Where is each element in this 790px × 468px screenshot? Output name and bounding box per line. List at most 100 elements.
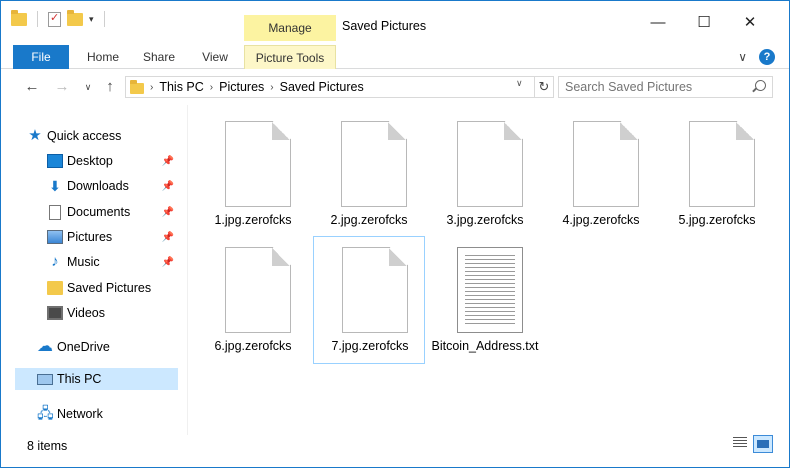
computer-icon bbox=[37, 373, 53, 385]
minimize-button[interactable]: — bbox=[635, 11, 681, 35]
nav-onedrive-label: OneDrive bbox=[57, 340, 110, 354]
recent-locations-dropdown[interactable]: ∨ bbox=[79, 77, 97, 97]
file-name: 7.jpg.zerofcks bbox=[331, 339, 409, 353]
forward-button[interactable]: → bbox=[53, 77, 71, 97]
file-item[interactable]: 4.jpg.zerofcks bbox=[545, 111, 657, 239]
pin-icon[interactable]: 📌 bbox=[162, 257, 174, 268]
nav-quick-access-label: Quick access bbox=[47, 129, 122, 143]
pin-icon[interactable]: 📌 bbox=[162, 207, 174, 218]
folder-icon bbox=[130, 79, 144, 94]
file-item[interactable]: 2.jpg.zerofcks bbox=[313, 111, 425, 239]
breadcrumb-separator[interactable]: › bbox=[210, 82, 213, 93]
address-row: ← → ∨ ↑ › This PC › Pictures › Saved Pic… bbox=[1, 71, 789, 103]
nav-item-label: Downloads bbox=[67, 179, 129, 193]
ribbon-controls: ∨ ? bbox=[738, 49, 775, 65]
file-name: 5.jpg.zerofcks bbox=[678, 213, 756, 227]
cloud-icon: ☁ bbox=[37, 338, 53, 355]
file-name: 4.jpg.zerofcks bbox=[562, 213, 640, 227]
back-button[interactable]: ← bbox=[23, 77, 41, 97]
folder-icon bbox=[11, 9, 27, 26]
file-name: 2.jpg.zerofcks bbox=[330, 213, 408, 227]
tab-file[interactable]: File bbox=[13, 45, 69, 69]
up-button[interactable]: ↑ bbox=[101, 77, 119, 97]
blank-file-icon bbox=[341, 121, 407, 207]
videos-icon bbox=[47, 306, 63, 320]
nav-quick-access[interactable]: ★ Quick access bbox=[27, 125, 190, 147]
file-name: Bitcoin_Address.txt bbox=[431, 339, 539, 353]
ribbon-tabs: File Home Share View Picture Tools ∨ ? bbox=[1, 41, 789, 69]
nav-network[interactable]: 🖧 Network bbox=[37, 403, 178, 425]
pin-icon[interactable]: 📌 bbox=[162, 232, 174, 243]
breadcrumb-separator[interactable]: › bbox=[270, 82, 273, 93]
nav-item-label: Desktop bbox=[67, 154, 113, 168]
new-folder-icon[interactable] bbox=[67, 9, 83, 26]
customize-toolbar-icon[interactable]: ▾ bbox=[89, 14, 94, 25]
expand-ribbon-icon[interactable]: ∨ bbox=[738, 50, 747, 64]
refresh-button[interactable]: ↻ bbox=[534, 76, 554, 98]
large-icons-view-icon[interactable] bbox=[753, 435, 773, 453]
close-button[interactable]: ✕ bbox=[727, 11, 773, 35]
nav-item-saved-pictures[interactable]: Saved Pictures bbox=[47, 277, 178, 299]
nav-item-desktop[interactable]: Desktop 📌 bbox=[47, 150, 178, 172]
toolbar-divider bbox=[103, 11, 105, 27]
file-list: 1.jpg.zerofcks 2.jpg.zerofcks 3.jpg.zero… bbox=[191, 105, 787, 435]
toolbar-divider bbox=[37, 11, 38, 27]
help-icon[interactable]: ? bbox=[759, 49, 775, 65]
nav-item-documents[interactable]: Documents 📌 bbox=[47, 201, 178, 223]
nav-this-pc-label: This PC bbox=[57, 372, 102, 386]
tab-share[interactable]: Share bbox=[139, 45, 179, 69]
properties-icon[interactable] bbox=[48, 11, 61, 27]
pane-divider[interactable] bbox=[187, 105, 188, 435]
file-item[interactable]: 5.jpg.zerofcks bbox=[661, 111, 773, 239]
breadcrumb-this-pc[interactable]: This PC bbox=[159, 80, 203, 94]
desktop-icon bbox=[47, 154, 63, 168]
nav-item-downloads[interactable]: ⬇ Downloads 📌 bbox=[47, 175, 178, 197]
file-item-selected[interactable]: 7.jpg.zerofcks bbox=[313, 236, 425, 364]
folder-icon bbox=[47, 281, 63, 295]
star-icon: ★ bbox=[28, 127, 42, 144]
breadcrumb-pictures[interactable]: Pictures bbox=[219, 80, 264, 94]
nav-item-videos[interactable]: Videos bbox=[47, 302, 178, 324]
search-icon[interactable] bbox=[755, 80, 766, 91]
details-view-icon[interactable] bbox=[733, 437, 747, 449]
quick-access-toolbar: ▾ bbox=[11, 9, 109, 27]
file-name: 3.jpg.zerofcks bbox=[446, 213, 524, 227]
file-item[interactable]: Bitcoin_Address.txt bbox=[429, 237, 541, 365]
blank-file-icon bbox=[457, 121, 523, 207]
file-item[interactable]: 1.jpg.zerofcks bbox=[197, 111, 309, 239]
nav-item-pictures[interactable]: Pictures 📌 bbox=[47, 226, 178, 248]
pictures-icon bbox=[47, 230, 63, 244]
search-input[interactable] bbox=[565, 80, 745, 94]
nav-network-label: Network bbox=[57, 407, 103, 421]
search-box[interactable] bbox=[558, 76, 773, 98]
maximize-button[interactable]: ☐ bbox=[681, 11, 727, 35]
manage-tab[interactable]: Manage bbox=[244, 15, 336, 41]
status-bar: 8 items bbox=[1, 435, 789, 467]
tab-home[interactable]: Home bbox=[81, 45, 125, 69]
nav-onedrive[interactable]: ☁ OneDrive bbox=[37, 336, 178, 358]
nav-item-label: Saved Pictures bbox=[67, 281, 152, 295]
nav-item-label: Documents bbox=[67, 205, 131, 219]
blank-file-icon bbox=[573, 121, 639, 207]
pin-icon[interactable]: 📌 bbox=[162, 181, 174, 192]
text-file-icon bbox=[457, 247, 523, 333]
title-bar: ▾ Manage Saved Pictures — ☐ ✕ bbox=[1, 1, 789, 41]
tab-picture-tools[interactable]: Picture Tools bbox=[244, 45, 336, 69]
window-title: Saved Pictures bbox=[342, 19, 427, 33]
breadcrumb-separator[interactable]: › bbox=[150, 82, 153, 93]
tab-view[interactable]: View bbox=[195, 45, 235, 69]
address-dropdown-icon[interactable]: ∨ bbox=[516, 78, 523, 89]
nav-item-label: Pictures bbox=[67, 230, 113, 244]
documents-icon bbox=[49, 204, 61, 220]
music-icon: ♪ bbox=[51, 253, 59, 270]
nav-this-pc[interactable]: This PC bbox=[15, 368, 178, 390]
blank-file-icon bbox=[225, 247, 291, 333]
file-item[interactable]: 3.jpg.zerofcks bbox=[429, 111, 541, 239]
address-bar[interactable]: › This PC › Pictures › Saved Pictures bbox=[125, 76, 535, 98]
nav-item-music[interactable]: ♪ Music 📌 bbox=[47, 251, 178, 273]
pin-icon[interactable]: 📌 bbox=[162, 156, 174, 167]
nav-item-label: Music bbox=[67, 255, 100, 269]
file-item[interactable]: 6.jpg.zerofcks bbox=[197, 237, 309, 365]
network-icon: 🖧 bbox=[37, 405, 54, 422]
breadcrumb-saved-pictures[interactable]: Saved Pictures bbox=[280, 80, 364, 94]
